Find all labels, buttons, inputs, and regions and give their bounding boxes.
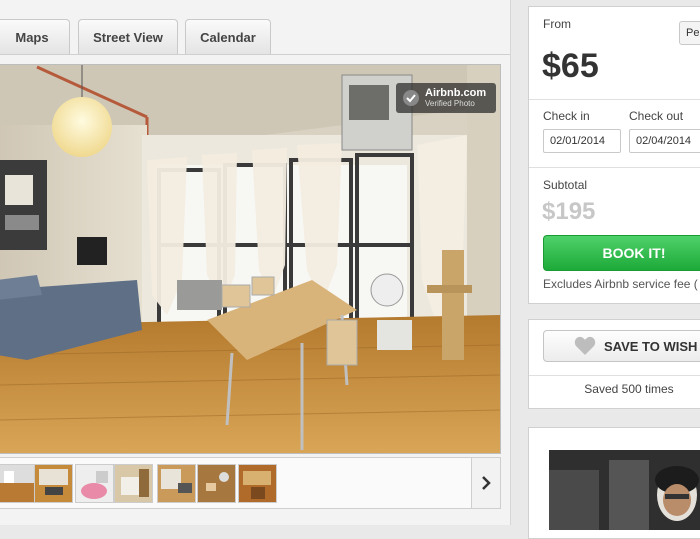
host-photo xyxy=(549,450,700,530)
thumbnail[interactable] xyxy=(114,464,153,503)
verified-photo-badge: Airbnb.com Verified Photo xyxy=(396,83,496,113)
tab-label: Maps xyxy=(15,29,49,45)
price-period-select[interactable]: Pe xyxy=(679,21,700,45)
book-it-button[interactable]: BOOK IT! xyxy=(543,235,700,271)
media-tabs: Maps Street View Calendar xyxy=(0,0,510,55)
listing-media-panel: Maps Street View Calendar Airbnb.com Ver… xyxy=(0,0,511,525)
thumbnail[interactable] xyxy=(0,464,36,503)
chevron-right-icon xyxy=(482,476,491,490)
checkin-label: Check in xyxy=(543,109,590,123)
price-period-value: Pe xyxy=(686,27,700,39)
next-thumbnails-button[interactable] xyxy=(471,458,500,508)
subtotal-label: Subtotal xyxy=(543,178,588,192)
loft-room-photo xyxy=(0,65,500,453)
divider xyxy=(529,375,700,376)
checkin-date-field[interactable]: 02/01/2014 xyxy=(543,129,621,153)
book-it-label: BOOK IT! xyxy=(602,245,666,261)
wishlist-card: SAVE TO WISH Saved 500 times xyxy=(528,319,700,409)
checkout-date-field[interactable]: 02/04/2014 xyxy=(629,129,700,153)
checkout-label: Check out xyxy=(629,109,684,123)
thumbnail[interactable] xyxy=(157,464,196,503)
tab-maps[interactable]: Maps xyxy=(0,19,70,54)
service-fee-note: Excludes Airbnb service fee ( xyxy=(543,277,698,291)
from-label: From xyxy=(543,17,571,31)
tab-label: Calendar xyxy=(200,29,256,45)
tab-street-view[interactable]: Street View xyxy=(78,19,178,54)
host-card xyxy=(528,427,700,539)
badge-brand: Airbnb.com xyxy=(425,86,487,99)
listing-photo[interactable]: Airbnb.com Verified Photo xyxy=(0,64,501,454)
thumbnail[interactable] xyxy=(75,464,114,503)
tab-label: Street View xyxy=(93,29,163,45)
save-to-wishlist-button[interactable]: SAVE TO WISH xyxy=(543,330,700,362)
saved-count: Saved 500 times xyxy=(584,382,674,396)
thumbnail[interactable] xyxy=(238,464,277,503)
divider xyxy=(529,167,700,168)
check-icon xyxy=(403,90,419,106)
badge-subtext: Verified Photo xyxy=(425,98,475,108)
subtotal-value: $195 xyxy=(542,198,596,225)
heart-icon xyxy=(574,336,596,355)
tab-calendar[interactable]: Calendar xyxy=(185,19,271,54)
nightly-price: $65 xyxy=(542,47,599,85)
booking-card: From Pe $65 Check in Check out 02/01/201… xyxy=(528,6,700,304)
save-to-wishlist-label: SAVE TO WISH xyxy=(604,338,698,354)
thumbnail-strip xyxy=(0,457,501,509)
divider xyxy=(529,99,700,100)
thumbnail[interactable] xyxy=(197,464,236,503)
thumbnail[interactable] xyxy=(34,464,73,503)
